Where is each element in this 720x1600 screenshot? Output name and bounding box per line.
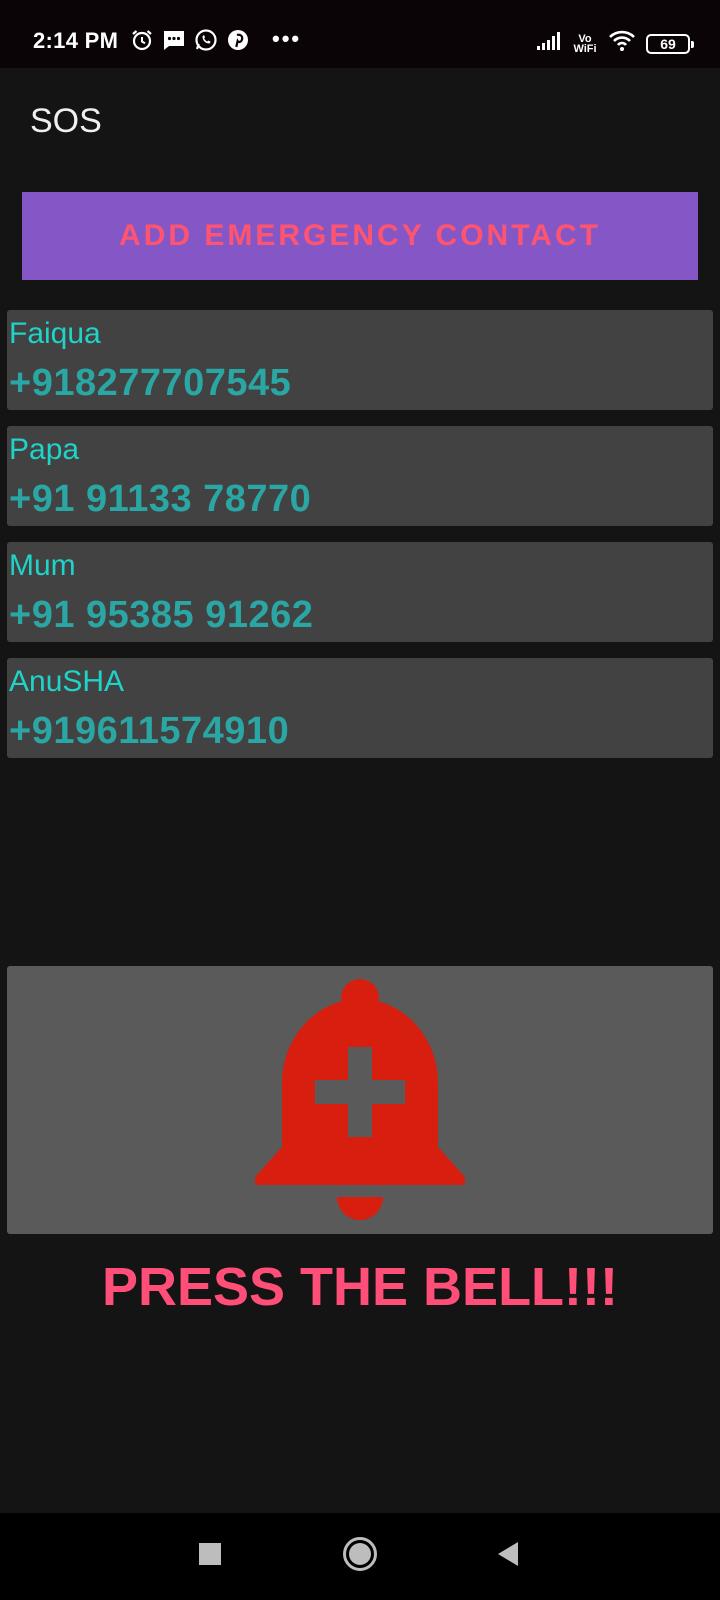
contact-card[interactable]: AnuSHA +919611574910 [7, 658, 713, 758]
signal-icon [536, 31, 562, 56]
home-button[interactable] [320, 1513, 400, 1600]
status-time: 2:14 PM [33, 28, 119, 53]
sos-bell-button[interactable] [7, 966, 713, 1234]
contact-name: Papa [9, 433, 80, 466]
vowifi-line2: WiFi [573, 42, 597, 55]
home-icon [342, 1536, 378, 1577]
contact-name: Mum [9, 549, 76, 582]
recent-apps-icon [198, 1542, 222, 1571]
contact-list: Faiqua +918277707545 Papa +91 91133 7877… [7, 310, 713, 774]
pinterest-icon [226, 28, 250, 52]
wifi-icon [608, 30, 636, 57]
navigation-bar [0, 1513, 720, 1600]
contact-phone: +91 95385 91262 [9, 594, 314, 636]
app-title: SOS [30, 102, 102, 140]
recent-apps-button[interactable] [170, 1513, 250, 1600]
add-emergency-contact-button[interactable]: ADD EMERGENCY CONTACT [22, 192, 698, 280]
whatsapp-icon [194, 28, 218, 52]
contact-name: AnuSHA [9, 665, 125, 698]
system-icons: Vo WiFi 69 [536, 30, 694, 57]
vowifi-icon: Vo WiFi [572, 33, 598, 55]
battery-icon: 69 [646, 33, 694, 54]
alarm-icon [130, 28, 154, 52]
sos-bell-icon [255, 979, 465, 1221]
back-icon [496, 1541, 520, 1572]
contact-name: Faiqua [9, 317, 101, 350]
message-icon [162, 28, 186, 52]
contact-phone: +918277707545 [9, 362, 292, 404]
status-bar: 2:14 PM ••• Vo WiFi 69 [0, 0, 720, 68]
contact-phone: +919611574910 [9, 710, 290, 752]
back-button[interactable] [468, 1513, 548, 1600]
contact-card[interactable]: Papa +91 91133 78770 [7, 426, 713, 526]
more-notifications-icon: ••• [272, 26, 302, 51]
contact-phone: +91 91133 78770 [9, 478, 312, 520]
contact-card[interactable]: Mum +91 95385 91262 [7, 542, 713, 642]
press-the-bell-label: PRESS THE BELL!!! [101, 1257, 618, 1317]
notification-icons [130, 28, 250, 52]
contact-card[interactable]: Faiqua +918277707545 [7, 310, 713, 410]
